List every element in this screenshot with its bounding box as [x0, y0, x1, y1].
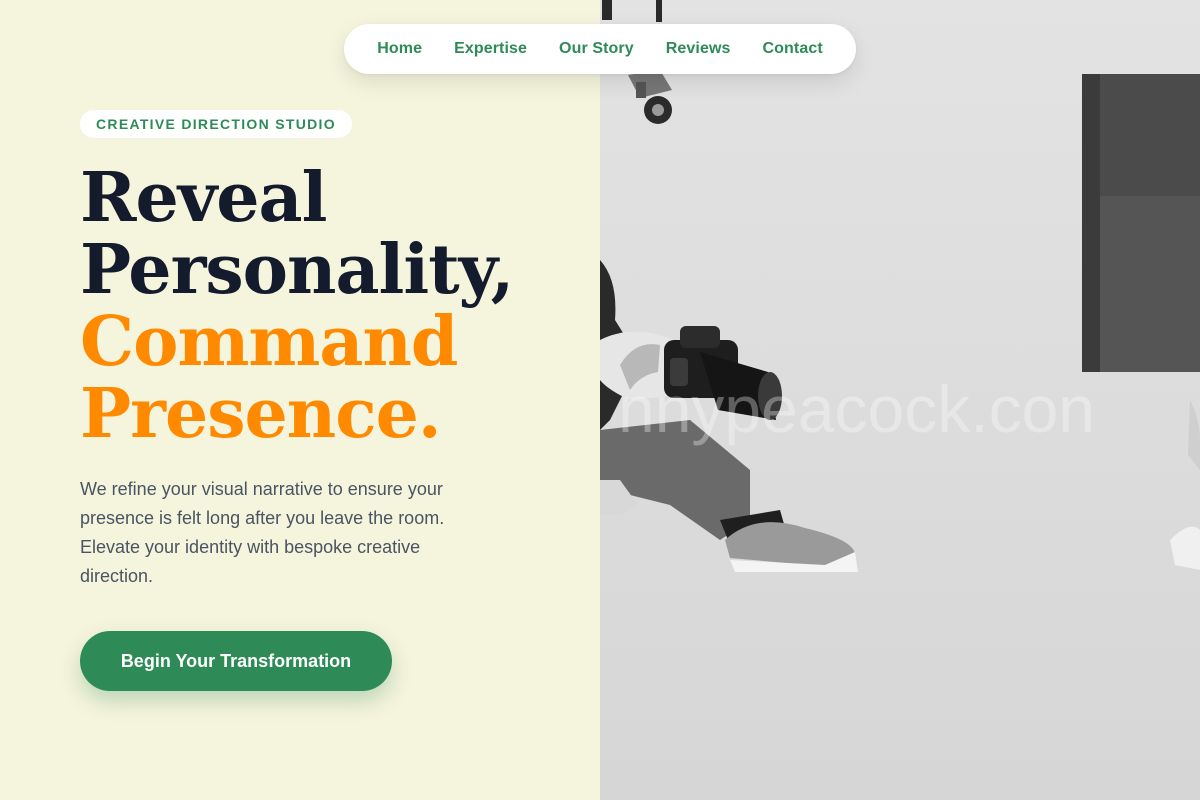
photographer-image: nnypeacock.con	[600, 0, 1200, 800]
hero-headline: Reveal Personality, Command Presence.	[80, 162, 600, 450]
watermark-text: nnypeacock.con	[618, 372, 1095, 446]
headline-line-1: Reveal	[80, 158, 327, 238]
headline-line-3: Command	[80, 302, 458, 382]
nav-expertise-link[interactable]: Expertise	[454, 40, 527, 58]
nav-home-link[interactable]: Home	[377, 40, 422, 58]
studio-badge: CREATIVE DIRECTION STUDIO	[80, 110, 352, 138]
nav-contact-link[interactable]: Contact	[763, 40, 823, 58]
headline-line-4: Presence.	[80, 374, 442, 454]
headline-line-2: Personality,	[80, 230, 514, 310]
nav-reviews-link[interactable]: Reviews	[666, 40, 731, 58]
top-navigation: Home Expertise Our Story Reviews Contact	[344, 24, 856, 74]
hero-photo: nnypeacock.con	[600, 0, 1200, 800]
nav-our-story-link[interactable]: Our Story	[559, 40, 634, 58]
studio-box	[1082, 74, 1200, 372]
begin-transformation-button[interactable]: Begin Your Transformation	[80, 631, 392, 691]
hero-description: We refine your visual narrative to ensur…	[80, 479, 445, 586]
